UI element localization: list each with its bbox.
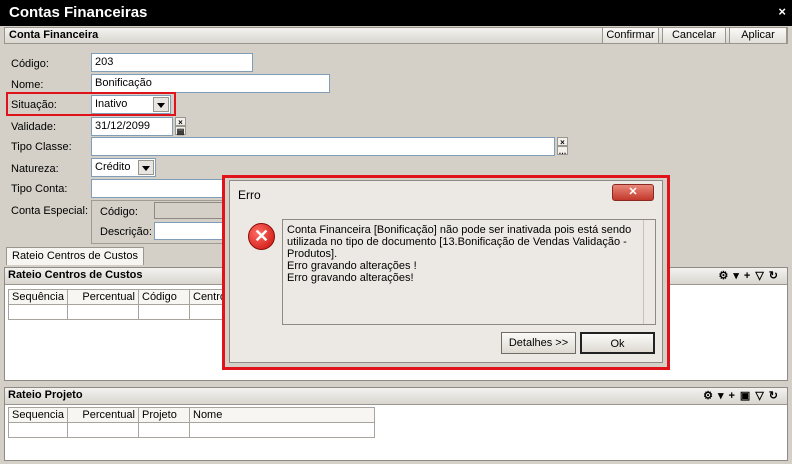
message-line: Conta Financeira [Bonificação] não pode … (287, 224, 632, 236)
column-header[interactable]: Código (138, 289, 190, 305)
natureza-select[interactable]: Crédito (91, 158, 156, 177)
rateio-projeto-toolbar: ⚙▾+▣▽↻ (703, 389, 783, 402)
situacao-value: Inativo (95, 98, 128, 110)
ce-descricao-label: Descrição: (100, 226, 152, 238)
tab-rateio-centros-custos[interactable]: Rateio Centros de Custos (6, 247, 144, 265)
add-icon[interactable]: + (728, 390, 739, 402)
close-icon[interactable]: ✕ (612, 184, 654, 201)
situacao-label: Situação: (11, 99, 57, 111)
scrollbar[interactable] (643, 220, 655, 324)
table-cell[interactable] (8, 304, 68, 320)
rateio-projeto-title: Rateio Projeto (8, 389, 83, 401)
message-line: Produtos]. (287, 248, 338, 260)
confirm-button[interactable]: Confirmar (602, 27, 659, 44)
tipo-conta-label: Tipo Conta: (11, 183, 68, 195)
validade-field[interactable]: 31/12/2099 (91, 117, 173, 136)
column-header[interactable]: Sequencia (8, 407, 68, 423)
details-button[interactable]: Detalhes >> (501, 332, 576, 354)
tipo-classe-field[interactable] (91, 137, 555, 156)
table-cell[interactable] (189, 422, 375, 438)
message-line: Erro gravando alterações ! (287, 260, 417, 272)
table-cell[interactable] (138, 422, 190, 438)
table-cell[interactable] (67, 304, 139, 320)
codigo-field[interactable]: 203 (91, 53, 253, 72)
conta-especial-label: Conta Especial: (11, 205, 89, 217)
column-header[interactable]: Sequência (8, 289, 68, 305)
add-icon[interactable]: + (744, 270, 755, 282)
nome-label: Nome: (11, 79, 44, 91)
message-line: utilizada no tipo de documento [13.Bonif… (287, 236, 627, 248)
ce-descricao-field[interactable] (154, 222, 230, 240)
options-icon[interactable]: ⚙▾ (718, 270, 743, 282)
ce-codigo-label: Código: (100, 206, 138, 218)
window-title: Contas Financeiras (9, 4, 148, 21)
rateio-cc-title: Rateio Centros de Custos (8, 269, 143, 281)
copy-icon[interactable]: ▣ (740, 390, 755, 402)
ok-button[interactable]: Ok (580, 332, 655, 354)
error-dialog-title: Erro (238, 188, 261, 202)
message-line: Erro gravando alterações! (287, 272, 414, 284)
validade-label: Validade: (11, 121, 57, 133)
ce-codigo-field (154, 202, 230, 219)
apply-button[interactable]: Aplicar (729, 27, 787, 44)
nome-field[interactable]: Bonificação (91, 74, 330, 93)
rateio-cc-grid[interactable]: Sequência Percentual Código Centro (8, 289, 240, 320)
error-icon: ✕ (248, 223, 275, 250)
codigo-label: Código: (11, 58, 49, 70)
column-header[interactable]: Percentual (67, 407, 139, 423)
error-message-box[interactable]: Conta Financeira [Bonificação] não pode … (282, 219, 656, 325)
chevron-down-icon[interactable] (138, 160, 154, 175)
rateio-cc-toolbar: ⚙▾+▽↻ (718, 269, 783, 282)
rateio-projeto-header: Rateio Projeto ⚙▾+▣▽↻ (5, 388, 787, 405)
error-dialog: Erro ✕ ✕ Conta Financeira [Bonificação] … (222, 175, 670, 370)
clear-date-icon[interactable]: × (175, 117, 186, 127)
column-header[interactable]: Percentual (67, 289, 139, 305)
tipo-conta-field[interactable] (91, 179, 231, 198)
table-cell[interactable] (8, 422, 68, 438)
filter-icon[interactable]: ▽ (755, 270, 768, 282)
search-icon[interactable]: … (557, 146, 568, 156)
filter-icon[interactable]: ▽ (755, 390, 768, 402)
column-header[interactable]: Projeto (138, 407, 190, 423)
natureza-value: Crédito (95, 161, 131, 173)
table-cell[interactable] (138, 304, 190, 320)
natureza-label: Natureza: (11, 163, 59, 175)
chevron-down-icon[interactable] (153, 97, 169, 112)
options-icon[interactable]: ⚙▾ (703, 390, 728, 402)
refresh-icon[interactable]: ↻ (769, 390, 783, 402)
error-dialog-body: Erro ✕ ✕ Conta Financeira [Bonificação] … (229, 180, 663, 363)
rateio-projeto-panel: Rateio Projeto ⚙▾+▣▽↻ Sequencia Percentu… (4, 387, 788, 461)
refresh-icon[interactable]: ↻ (769, 270, 783, 282)
cancel-button[interactable]: Cancelar (662, 27, 726, 44)
rateio-projeto-grid[interactable]: Sequencia Percentual Projeto Nome (8, 407, 375, 438)
tipo-classe-label: Tipo Classe: (11, 141, 72, 153)
table-cell[interactable] (67, 422, 139, 438)
window-title-bar: Contas Financeiras × (0, 0, 792, 26)
close-icon[interactable]: × (778, 4, 786, 19)
column-header[interactable]: Nome (189, 407, 375, 423)
calendar-icon[interactable]: ▤ (175, 126, 186, 136)
clear-icon[interactable]: × (557, 137, 568, 147)
form-header-title: Conta Financeira (9, 29, 99, 41)
situacao-select[interactable]: Inativo (91, 95, 171, 114)
